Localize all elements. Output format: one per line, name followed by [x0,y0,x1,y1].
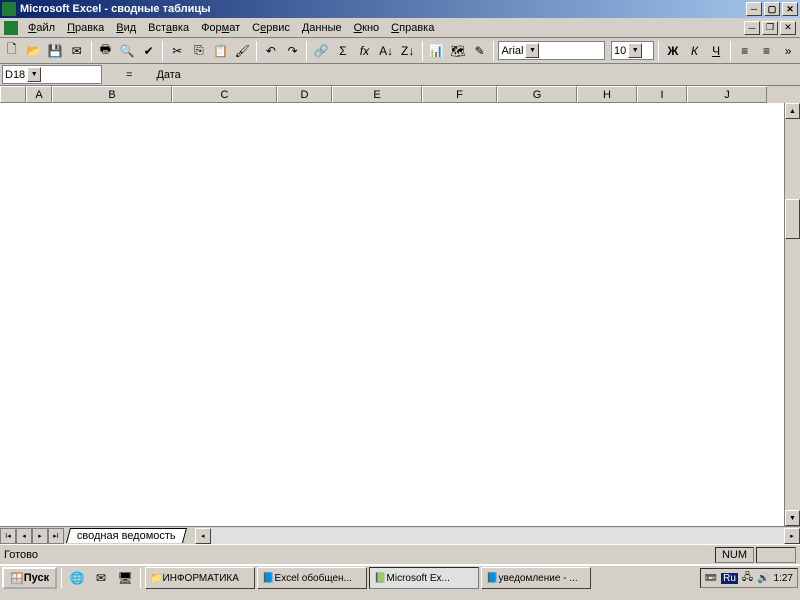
font-size-combo[interactable]: 10▼ [611,41,654,60]
menu-file[interactable]: Файл [22,20,61,36]
col-header-J[interactable]: J [687,86,767,103]
status-text: Готово [4,549,38,561]
print-icon[interactable]: 🖶 [96,40,116,62]
scroll-down-icon[interactable]: ▼ [785,510,800,526]
doc-minimize-button[interactable]: ─ [744,21,760,35]
minimize-button[interactable]: ─ [746,2,762,16]
excel-icon [2,2,16,16]
tab-prev-icon[interactable]: ◂ [16,528,32,544]
sheet-tab-bar: I◂ ◂ ▸ ▸I сводная ведомость ◂▸ [0,526,800,544]
bold-icon[interactable]: Ж [663,40,683,62]
undo-icon[interactable]: ↶ [261,40,281,62]
tab-next-icon[interactable]: ▸ [32,528,48,544]
fx-icon[interactable]: fx [355,40,375,62]
doc-restore-button[interactable]: ❐ [762,21,778,35]
font-name-combo[interactable]: Arial▼ [498,41,605,60]
tab-last-icon[interactable]: ▸I [48,528,64,544]
spell-icon[interactable]: ✔ [139,40,159,62]
col-header-F[interactable]: F [422,86,497,103]
cut-icon[interactable]: ✂ [167,40,187,62]
sort-desc-icon[interactable]: Z↓ [398,40,418,62]
select-all-corner[interactable] [0,86,26,103]
col-header-H[interactable]: H [577,86,637,103]
task-button-active[interactable]: 📗 Microsoft Ex... [369,567,479,589]
quick-ie-icon[interactable]: 🌐 [66,567,88,589]
align-center-icon[interactable]: ≡ [757,40,777,62]
menu-help[interactable]: Справка [385,20,440,36]
num-lock-indicator: NUM [715,547,754,563]
task-button[interactable]: 📘 уведомление - ... [481,567,591,589]
formula-bar: D18▼ = Дата [0,64,800,86]
italic-icon[interactable]: К [685,40,705,62]
menu-data[interactable]: Данные [296,20,348,36]
link-icon[interactable]: 🔗 [311,40,331,62]
format-painter-icon[interactable]: 🖌 [232,40,252,62]
windows-taskbar: 🪟 Пуск 🌐 ✉ 🖥 📁 ИНФОРМАТИКА 📘 Excel обобщ… [0,564,800,590]
new-icon[interactable]: 🗋 [2,40,22,62]
formula-content[interactable]: Дата [156,69,180,81]
menu-window[interactable]: Окно [348,20,386,36]
redo-icon[interactable]: ↷ [283,40,303,62]
sum-icon[interactable]: Σ [333,40,353,62]
column-headers: A B C D E F G H I J [0,86,800,103]
quick-mail-icon[interactable]: ✉ [90,567,112,589]
maximize-button[interactable]: ▢ [764,2,780,16]
paste-icon[interactable]: 📋 [211,40,231,62]
sort-asc-icon[interactable]: A↓ [376,40,396,62]
tab-first-icon[interactable]: I◂ [0,528,16,544]
window-title: Microsoft Excel - сводные таблицы [20,3,211,15]
doc-close-button[interactable]: ✕ [780,21,796,35]
tray-icon[interactable]: 🔊 [757,573,769,584]
start-button[interactable]: 🪟 Пуск [2,567,57,589]
preview-icon[interactable]: 🔍 [117,40,137,62]
underline-icon[interactable]: Ч [706,40,726,62]
equals-label: = [106,69,152,81]
save-icon[interactable]: 💾 [45,40,65,62]
menu-edit[interactable]: Правка [61,20,110,36]
col-header-G[interactable]: G [497,86,577,103]
mail-icon[interactable]: ✉ [67,40,87,62]
status-bar: Готово NUM [0,544,800,564]
col-header-D[interactable]: D [277,86,332,103]
quick-desktop-icon[interactable]: 🖥 [114,567,136,589]
menu-view[interactable]: Вид [110,20,142,36]
horizontal-scrollbar[interactable]: ◂▸ [195,528,800,544]
col-header-E[interactable]: E [332,86,422,103]
more-icon[interactable]: » [778,40,798,62]
chart-icon[interactable]: 📊 [427,40,447,62]
menu-bar: Файл Правка Вид Вставка Формат Сервис Да… [0,18,800,38]
status-pane [756,547,796,563]
draw-icon[interactable]: ✎ [470,40,490,62]
sheet-tab[interactable]: сводная ведомость [66,528,187,543]
scroll-up-icon[interactable]: ▲ [785,103,800,119]
worksheet-grid[interactable]: A B C D E F G H I J ▲ ▼ [0,86,800,526]
col-header-I[interactable]: I [637,86,687,103]
standard-toolbar: 🗋 📂 💾 ✉ 🖶 🔍 ✔ ✂ ⎘ 📋 🖌 ↶ ↷ 🔗 Σ fx A↓ Z↓ 📊… [0,38,800,64]
name-box[interactable]: D18▼ [2,65,102,84]
align-left-icon[interactable]: ≡ [735,40,755,62]
window-titlebar: Microsoft Excel - сводные таблицы ─ ▢ ✕ [0,0,800,18]
lang-indicator[interactable]: Ru [721,573,738,584]
vertical-scrollbar[interactable]: ▲ ▼ [784,103,800,526]
map-icon[interactable]: 🗺 [448,40,468,62]
doc-icon [4,21,18,35]
menu-insert[interactable]: Вставка [142,20,195,36]
col-header-B[interactable]: B [52,86,172,103]
menu-format[interactable]: Формат [195,20,246,36]
task-button[interactable]: 📘 Excel обобщен... [257,567,367,589]
col-header-C[interactable]: C [172,86,277,103]
tray-icon[interactable]: 🖧 [742,570,753,587]
scroll-thumb[interactable] [785,199,800,239]
task-button[interactable]: 📁 ИНФОРМАТИКА [145,567,255,589]
clock[interactable]: 1:27 [774,573,793,584]
col-header-A[interactable]: A [26,86,52,103]
open-icon[interactable]: 📂 [24,40,44,62]
tray-icon[interactable]: 📼 [705,573,717,584]
system-tray[interactable]: 📼 Ru 🖧 🔊 1:27 [700,568,798,588]
copy-icon[interactable]: ⎘ [189,40,209,62]
close-button[interactable]: ✕ [782,2,798,16]
menu-tools[interactable]: Сервис [246,20,296,36]
